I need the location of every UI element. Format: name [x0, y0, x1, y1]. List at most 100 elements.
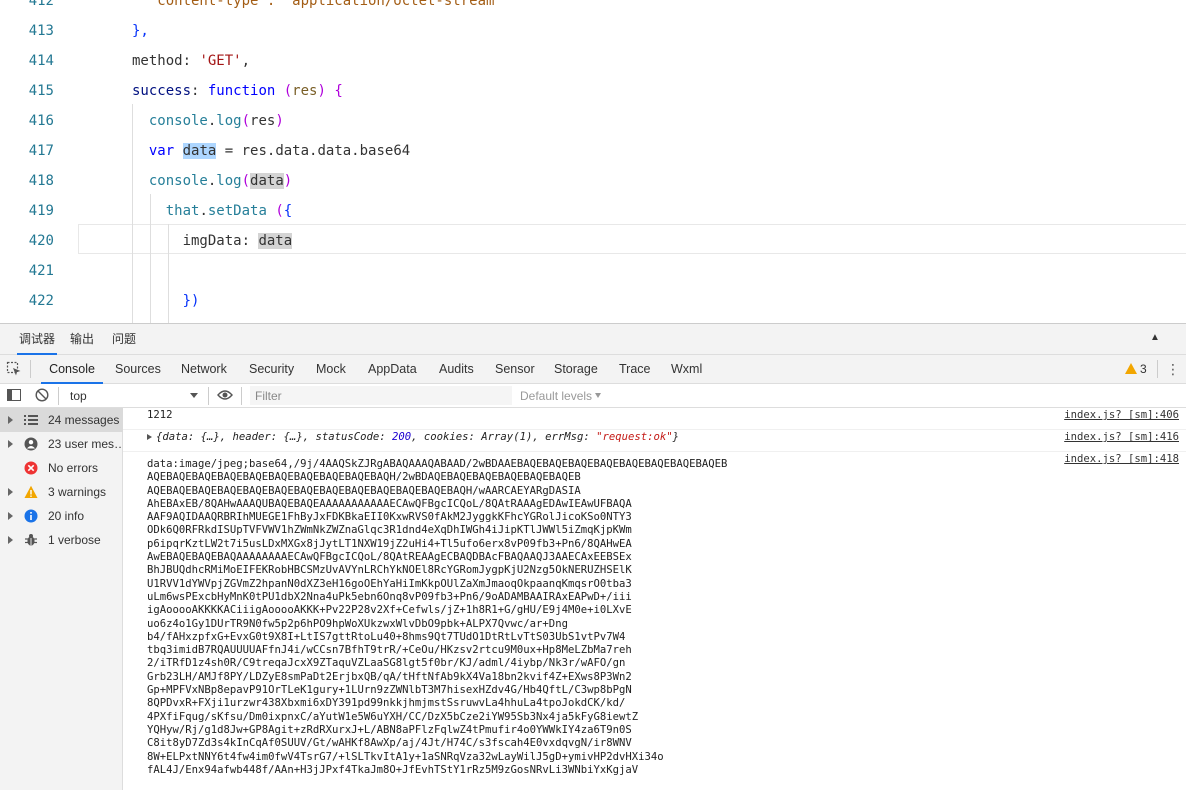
message-source-link[interactable]: index.js? [sm]:416	[1064, 431, 1179, 443]
code-token: (	[241, 173, 251, 189]
tab-network[interactable]: Network	[181, 355, 227, 384]
code-token: .	[199, 203, 208, 219]
code-token: ) {	[317, 83, 343, 99]
tab-trace[interactable]: Trace	[619, 355, 651, 384]
sidebar-item-label: 3 warnings	[48, 485, 107, 499]
line-number: 412	[28, 0, 54, 9]
object-mid: , cookies: Array(1), errMsg:	[411, 431, 597, 443]
tab-output[interactable]: 输出	[68, 324, 96, 355]
code-line[interactable]: 419 that.setData ({	[0, 196, 1186, 226]
tab-sources[interactable]: Sources	[115, 355, 161, 384]
code-token: (	[266, 203, 284, 219]
code-line[interactable]: 415 success: function (res) {	[0, 76, 1186, 106]
console-message[interactable]: data:image/jpeg;base64,/9j/4AAQSkZJRgABA…	[123, 452, 1186, 790]
console-message[interactable]: {data: {…}, header: {…}, statusCode: 200…	[123, 430, 1186, 452]
console-output[interactable]: 1212 index.js? [sm]:406 {data: {…}, head…	[123, 408, 1186, 790]
error-icon	[24, 461, 38, 475]
expand-arrow-icon[interactable]	[8, 512, 13, 520]
code-line[interactable]: 412 'content-type': 'application/octet-s…	[0, 0, 1186, 16]
sidebar-item-info[interactable]: 20 info	[0, 504, 123, 528]
code-editor[interactable]: 412 'content-type': 'application/octet-s…	[0, 0, 1186, 323]
code-line[interactable]: 420 imgData: data	[0, 226, 1186, 256]
sidebar-item-errors[interactable]: No errors	[0, 456, 123, 480]
more-options-icon[interactable]: ⋮	[1166, 362, 1180, 376]
line-number: 414	[28, 53, 54, 69]
code-token: 'content-type': 'application/octet-strea…	[132, 0, 503, 9]
base64-line: 8QPDvxR+FXji1urzwr438Xbxmi6xDY391pd99nkk…	[147, 697, 626, 710]
collapse-up-icon[interactable]: ▲	[1150, 332, 1160, 343]
code-line[interactable]: 413},	[0, 16, 1186, 46]
context-select[interactable]: top	[66, 385, 200, 407]
warnings-badge[interactable]: 3	[1125, 362, 1147, 376]
expand-arrow-icon[interactable]	[8, 440, 13, 448]
tab-security[interactable]: Security	[249, 355, 294, 384]
base64-line: fAL4J/Enx94afwb448f/AAn+H3jJPxf4TkaJm8O+…	[147, 763, 639, 776]
code-line[interactable]: 418 console.log(data)	[0, 166, 1186, 196]
line-number: 415	[28, 83, 54, 99]
code-token: that	[132, 203, 200, 219]
tab-storage[interactable]: Storage	[554, 355, 598, 384]
line-number: 421	[28, 263, 54, 279]
code-token: :	[191, 83, 208, 99]
expand-arrow-icon[interactable]	[8, 416, 13, 424]
tab-wxml[interactable]: Wxml	[671, 355, 702, 384]
sidebar-item-messages[interactable]: 24 messages	[0, 408, 123, 432]
status-code-value: 200	[392, 431, 412, 443]
base64-line: 2/iTRfD1z4sh0R/C9treqaJcxX9ZTaquVZLaaSG8…	[147, 657, 626, 670]
tab-problems[interactable]: 问题	[110, 324, 138, 355]
errmsg-value: "request:ok"	[596, 431, 673, 443]
object-suffix: }	[672, 431, 680, 443]
base64-line: 4PXfiFqug/sKfsu/Dm0ixpnxC/aYutW1e5W6uYXH…	[147, 710, 639, 723]
filter-input[interactable]	[250, 386, 512, 405]
base64-line: 8W+ELPxtNNY6t4fw4im0fwV4TsrG7/+lSLTkvItA…	[147, 750, 664, 763]
code-text: that.setData ({	[132, 196, 292, 226]
line-number: 413	[28, 23, 54, 39]
log-levels-dropdown[interactable]: Default levels	[520, 384, 602, 408]
code-token: {	[283, 203, 293, 219]
sidebar-item-user-messages[interactable]: 23 user mes…	[0, 432, 123, 456]
toolbar-divider	[208, 387, 209, 405]
base64-line: Grb23LH/AMJf8PY/LDZyE8smPaDt2ErjbxQB/qA/…	[147, 670, 632, 683]
sidebar-item-label: 23 user mes…	[48, 437, 123, 451]
code-line[interactable]: 421	[0, 256, 1186, 286]
line-number: 422	[28, 293, 54, 309]
code-line[interactable]: 417 var data = res.data.data.base64	[0, 136, 1186, 166]
eye-icon[interactable]	[217, 389, 233, 401]
inspect-element-icon[interactable]	[6, 361, 22, 377]
object-preview[interactable]: {data: {…}, header: {…}, statusCode: 200…	[147, 431, 679, 443]
tab-sensor[interactable]: Sensor	[495, 355, 535, 384]
tab-audits[interactable]: Audits	[439, 355, 474, 384]
console-filter-bar: top Default levels	[0, 384, 1186, 408]
code-line[interactable]: 414 method: 'GET',	[0, 46, 1186, 76]
expand-arrow-icon[interactable]	[147, 434, 152, 440]
console-message[interactable]: 1212 index.js? [sm]:406	[123, 408, 1186, 430]
base64-line: tbq3imidB7RQAUUUUAFfnJ4i/wCCsn7BfhT9trR/…	[147, 644, 632, 657]
expand-arrow-icon[interactable]	[8, 536, 13, 544]
tab-debugger[interactable]: 调试器	[17, 324, 58, 355]
tab-mock[interactable]: Mock	[316, 355, 346, 384]
user-icon	[24, 437, 38, 451]
code-token: success	[132, 83, 192, 99]
tab-appdata[interactable]: AppData	[368, 355, 417, 384]
code-token: (	[241, 113, 251, 129]
expand-arrow-icon[interactable]	[8, 488, 13, 496]
code-token: },	[132, 23, 149, 39]
sidebar-item-verbose[interactable]: 1 verbose	[0, 528, 123, 552]
base64-line: data:image/jpeg;base64,/9j/4AAQSkZJRgABA…	[147, 458, 728, 470]
code-line[interactable]: 416 console.log(res)	[0, 106, 1186, 136]
toolbar-divider	[241, 387, 242, 405]
log-levels-label: Default levels	[520, 389, 593, 403]
clear-console-icon[interactable]	[35, 388, 49, 402]
message-source-link[interactable]: index.js? [sm]:418	[1064, 453, 1179, 465]
tab-console[interactable]: Console	[41, 355, 103, 384]
sidebar-toggle-icon[interactable]	[7, 388, 21, 402]
sidebar-item-warnings[interactable]: 3 warnings	[0, 480, 123, 504]
base64-line: AQEBAQEBAQEBAQEBAQEBAQEBAQEBAQEBAQEBAQH/…	[147, 471, 581, 484]
base64-line: AhEBAxEB/8QAHwAAAQUBAQEBAQEAAAAAAAAAAAEC…	[147, 497, 632, 510]
code-line[interactable]: 422 })	[0, 286, 1186, 316]
sidebar-item-label: 1 verbose	[48, 533, 101, 547]
chevron-down-icon	[190, 393, 198, 398]
message-source-link[interactable]: index.js? [sm]:406	[1064, 409, 1179, 421]
base64-line: b4/fAHxzpfxG+EvxG0t9X8I+LtIS7gttRtoLu40+…	[147, 630, 626, 643]
